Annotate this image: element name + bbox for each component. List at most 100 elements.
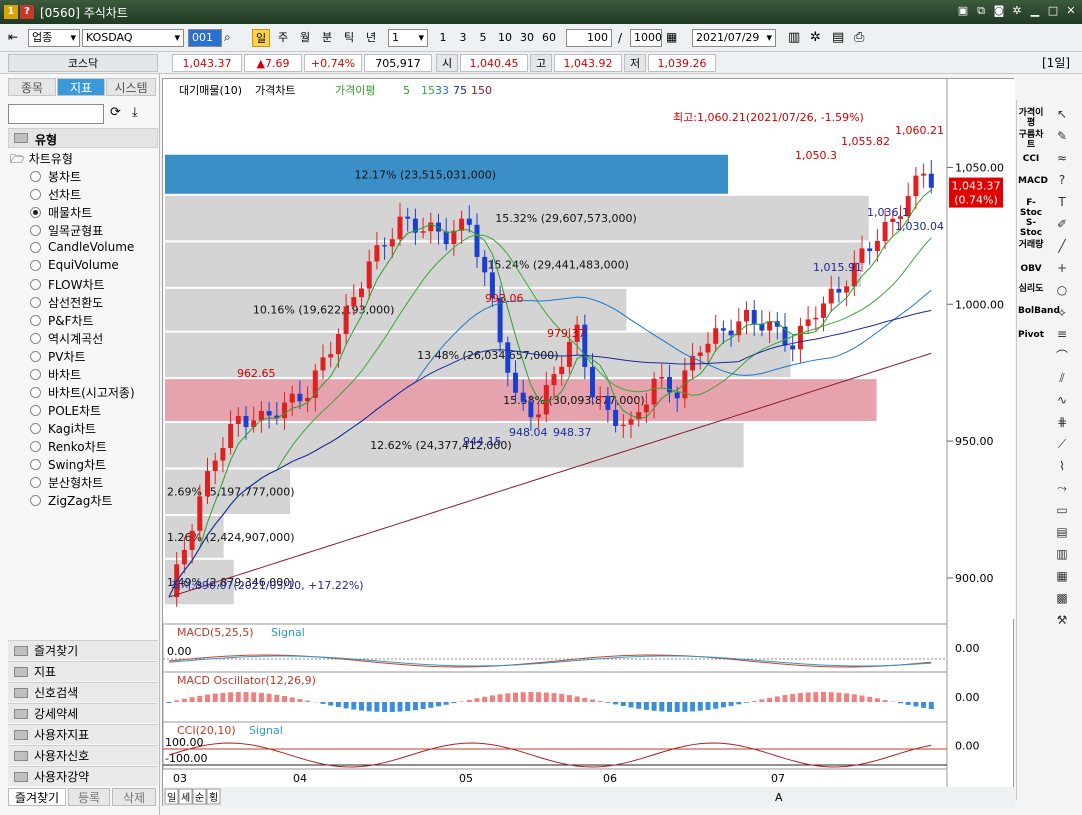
sidebar-group-item[interactable]: 신호검색 xyxy=(8,682,158,702)
delete-button[interactable]: 삭제 xyxy=(112,788,156,806)
maximize-button[interactable]: □ xyxy=(1046,4,1060,18)
chart-type-item[interactable]: POLE차트 xyxy=(30,402,101,419)
fan-icon[interactable]: ⟋ xyxy=(1052,436,1072,452)
prev-icon[interactable]: ⇤ xyxy=(8,30,18,44)
indicator-shortcut[interactable]: OBV xyxy=(1018,264,1044,274)
count-input[interactable]: 100 xyxy=(566,29,612,47)
indicator-shortcut[interactable]: 심리도 xyxy=(1018,284,1044,294)
period-month[interactable]: 월 xyxy=(296,29,314,47)
capture-icon[interactable]: ◙ xyxy=(992,4,1006,18)
radio-icon[interactable] xyxy=(30,369,41,380)
grid-icon[interactable]: ⋕ xyxy=(1052,414,1072,430)
cross-icon[interactable]: + xyxy=(1052,260,1072,276)
interval-60[interactable]: 60 xyxy=(538,29,560,47)
doc-icon[interactable]: ▥ xyxy=(1052,546,1072,562)
copy-icon[interactable]: ⧉ xyxy=(974,4,988,18)
chart-type-item[interactable]: FLOW차트 xyxy=(30,276,105,293)
trend-icon[interactable]: ≈ xyxy=(1052,150,1072,166)
chart-type-item[interactable]: Kagi차트 xyxy=(30,420,96,437)
radio-icon[interactable] xyxy=(30,477,41,488)
tab-indicator[interactable]: 지표 xyxy=(57,78,105,96)
radio-icon[interactable] xyxy=(30,351,41,362)
sidebar-group-item[interactable]: 사용자지표 xyxy=(8,724,158,744)
close-button[interactable]: ✕ xyxy=(1064,4,1078,18)
period-day[interactable]: 일 xyxy=(252,29,270,47)
print-icon[interactable]: ⎙ xyxy=(854,30,864,45)
indicator-shortcut[interactable]: MACD xyxy=(1018,176,1048,186)
period-week[interactable]: 주 xyxy=(274,29,292,47)
tab-favorites[interactable]: 즐겨찾기 xyxy=(8,788,66,806)
window-icon[interactable]: ▭ xyxy=(1052,502,1072,518)
wave-icon[interactable]: ∿ xyxy=(1052,392,1072,408)
radio-icon[interactable] xyxy=(30,459,41,470)
sidebar-group-item[interactable]: 사용자신호 xyxy=(8,745,158,765)
cursor-icon[interactable]: ↖ xyxy=(1052,106,1072,122)
indicator-shortcut[interactable]: BolBand xyxy=(1018,306,1060,316)
radio-icon[interactable] xyxy=(30,333,41,344)
indicator-shortcut[interactable]: 구름차트 xyxy=(1018,130,1044,150)
indicator-shortcut[interactable]: 가격이평 xyxy=(1018,108,1044,128)
chart-type-item[interactable]: 바차트 xyxy=(30,366,81,383)
save-icon[interactable]: ▤ xyxy=(832,30,844,45)
chart-type-item[interactable]: 바차트(시고저종) xyxy=(30,384,135,401)
period-year[interactable]: 년 xyxy=(362,29,380,47)
period-tick[interactable]: 틱 xyxy=(340,29,358,47)
indicator-shortcut[interactable]: Pivot xyxy=(1018,330,1044,340)
radio-icon[interactable] xyxy=(30,297,41,308)
radio-icon[interactable] xyxy=(30,441,41,452)
calc-icon[interactable]: ▩ xyxy=(1052,590,1072,606)
chart-type-item[interactable]: Swing차트 xyxy=(30,456,106,473)
link-icon[interactable]: ▣ xyxy=(956,4,970,18)
code-input[interactable]: 001 xyxy=(188,29,222,47)
chart-type-item[interactable]: CandleVolume xyxy=(30,240,134,254)
radio-icon[interactable] xyxy=(30,315,41,326)
shape-icon[interactable]: ⟡ xyxy=(1052,304,1072,320)
circle-icon[interactable]: ○ xyxy=(1052,282,1072,298)
indicator-shortcut[interactable]: 거래량 xyxy=(1018,240,1044,250)
tab-system[interactable]: 시스템 xyxy=(106,78,156,96)
gann-icon[interactable]: ⌒ xyxy=(1052,348,1072,364)
date-select[interactable]: 2021/07/29 ▾ xyxy=(692,29,776,47)
interval-1[interactable]: 1 xyxy=(434,29,452,47)
market-select[interactable]: KOSDAQ ▾ xyxy=(82,29,184,47)
radio-icon[interactable] xyxy=(30,405,41,416)
radio-icon[interactable] xyxy=(30,207,41,218)
register-button[interactable]: 등록 xyxy=(68,788,110,806)
radio-icon[interactable] xyxy=(30,225,41,236)
channel-icon[interactable]: ⫽ xyxy=(1052,370,1072,386)
interval-10[interactable]: 10 xyxy=(494,29,516,47)
settings-icon[interactable]: ✲ xyxy=(1010,4,1024,18)
radio-icon[interactable] xyxy=(30,259,41,271)
calendar-icon[interactable]: ▦ xyxy=(666,30,677,44)
chart-canvas[interactable]: 대기매물(10) 가격차트 가격이평 5 15 33 75 150 12.17% (23,515… xyxy=(162,79,1015,807)
help-icon[interactable]: ? xyxy=(1052,172,1072,188)
radio-icon[interactable] xyxy=(30,423,41,434)
chart-type-item[interactable]: 봉차트 xyxy=(30,168,81,185)
chart-type-item[interactable]: EquiVolume xyxy=(30,258,119,272)
radio-icon[interactable] xyxy=(30,279,41,290)
chart-type-item[interactable]: 분산형차트 xyxy=(30,474,103,491)
help-icon[interactable]: ? xyxy=(20,5,34,19)
bar-icon[interactable]: ▦ xyxy=(1052,568,1072,584)
fibo-icon[interactable]: ≡ xyxy=(1052,326,1072,342)
radio-icon[interactable] xyxy=(30,387,41,398)
chart-type-item[interactable]: Renko차트 xyxy=(30,438,107,455)
indicator-shortcut[interactable]: CCI xyxy=(1018,154,1044,164)
chart-type-item[interactable]: 역시계곡선 xyxy=(30,330,103,347)
cycle-icon[interactable]: ⌇ xyxy=(1052,458,1072,474)
settings-icon[interactable]: ✲ xyxy=(810,30,821,45)
interval-30[interactable]: 30 xyxy=(516,29,538,47)
chart-area[interactable]: 대기매물(10) 가격차트 가격이평 5 15 33 75 150 12.17% (23,515… xyxy=(162,78,1015,807)
tool-icon[interactable]: ⚒ xyxy=(1052,612,1072,628)
radio-icon[interactable] xyxy=(30,171,41,182)
refresh-icon[interactable]: ⟳ xyxy=(110,105,121,120)
eraser-icon[interactable]: ✎ xyxy=(1052,128,1072,144)
chart-type-item[interactable]: 삼선전환도 xyxy=(30,294,103,311)
chart-type-item[interactable]: 일목균형표 xyxy=(30,222,103,239)
sidebar-group-item[interactable]: 사용자강약 xyxy=(8,766,158,786)
chart-type-item[interactable]: 선차트 xyxy=(30,186,81,203)
sector-select[interactable]: 업종 ▾ xyxy=(28,29,80,47)
sidebar-group-item[interactable]: 즐겨찾기 xyxy=(8,640,158,660)
pen-icon[interactable]: ✐ xyxy=(1052,216,1072,232)
tab-stock[interactable]: 종목 xyxy=(8,78,56,96)
